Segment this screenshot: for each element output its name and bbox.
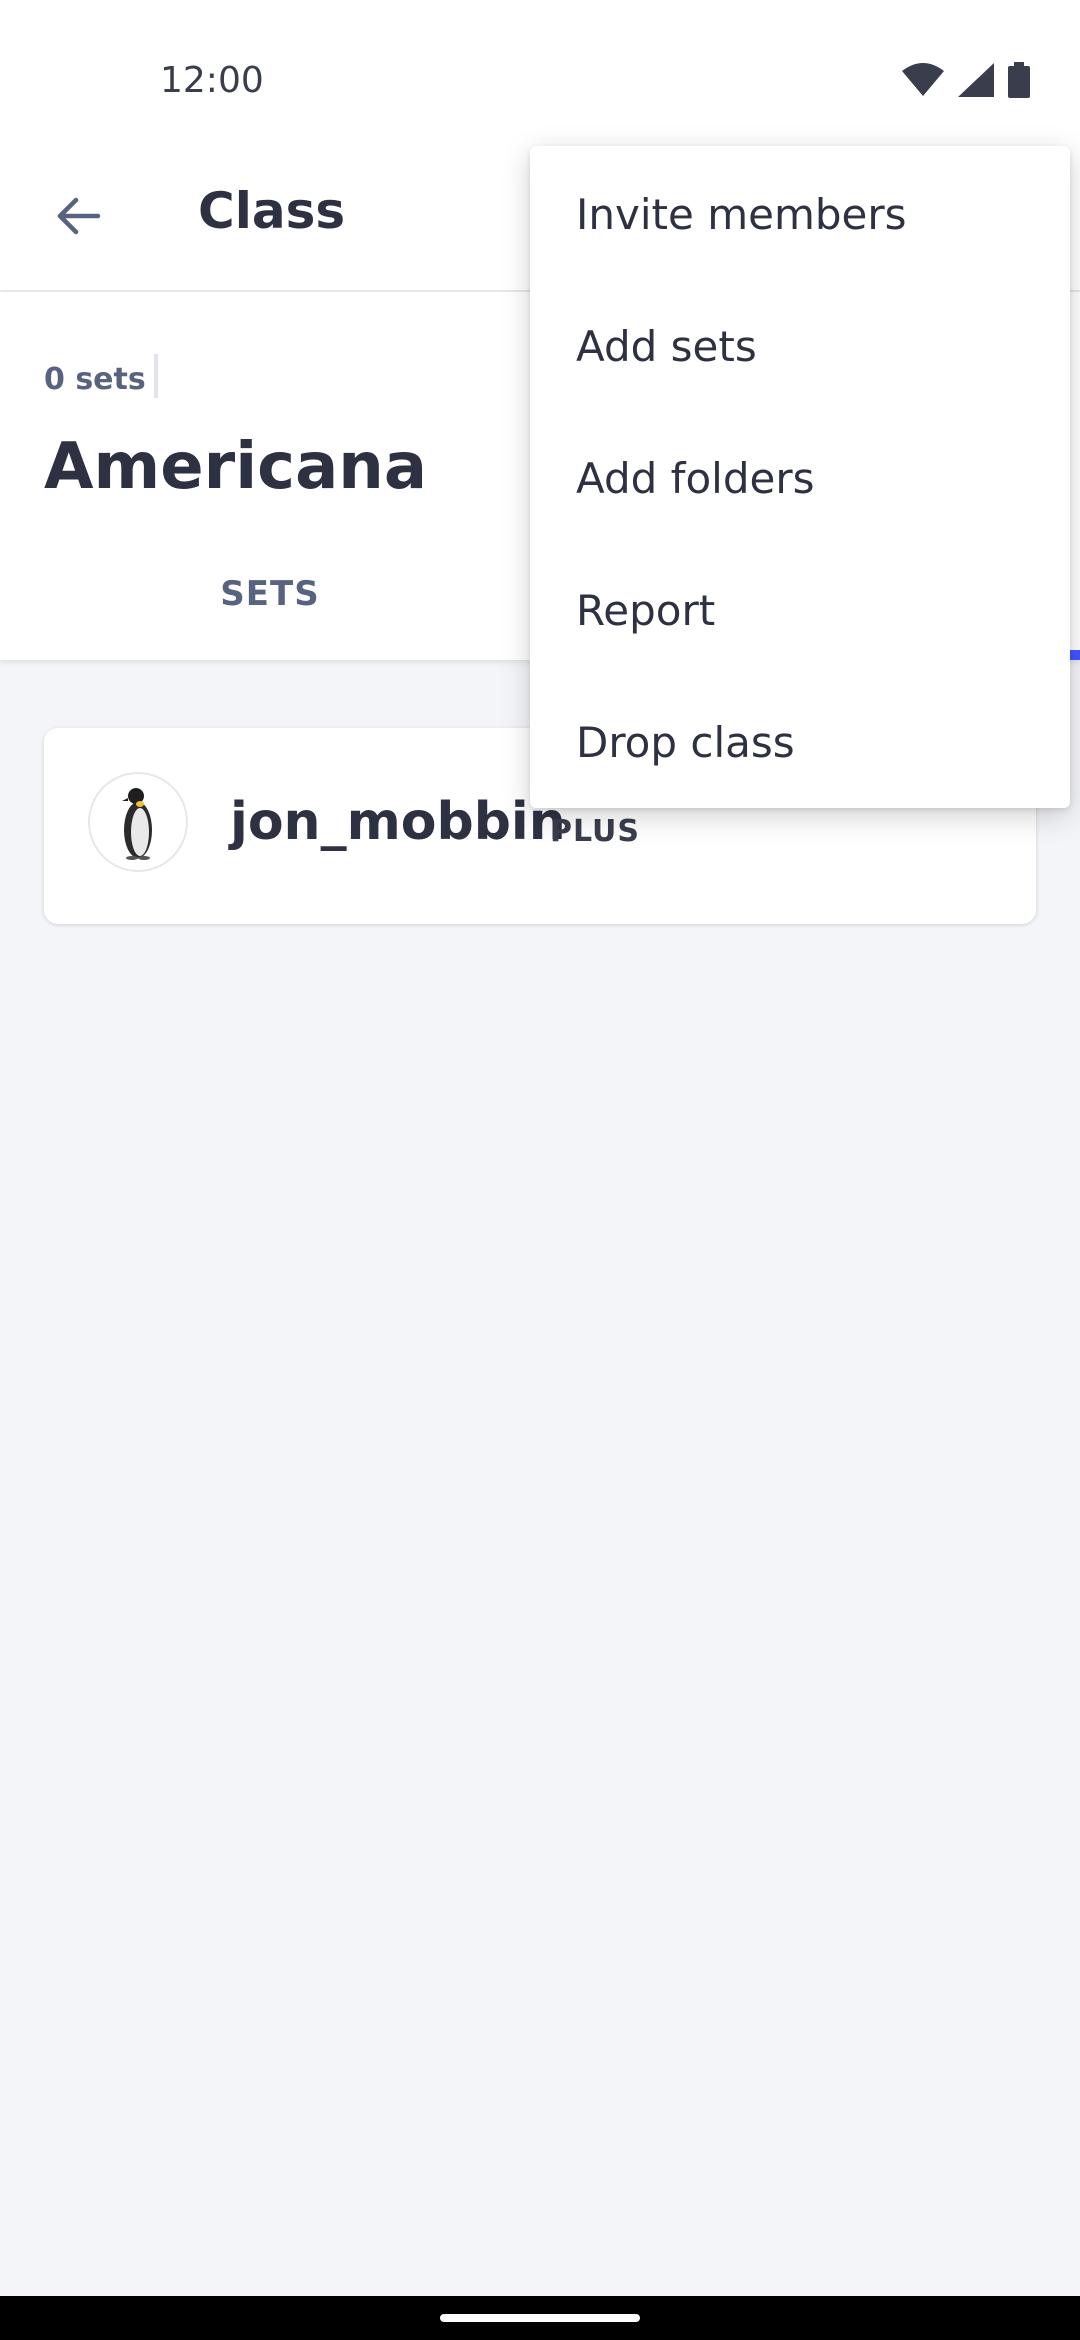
plus-badge: PLUS <box>550 814 641 849</box>
status-icons <box>902 62 1030 102</box>
menu-item-drop-class[interactable]: Drop class <box>530 676 1070 808</box>
system-nav-bar <box>0 2296 1080 2340</box>
overflow-menu: Invite members Add sets Add folders Repo… <box>530 146 1070 808</box>
menu-item-add-sets[interactable]: Add sets <box>530 280 1070 412</box>
menu-item-add-folders[interactable]: Add folders <box>530 412 1070 544</box>
menu-item-report[interactable]: Report <box>530 544 1070 676</box>
status-time: 12:00 <box>160 60 264 101</box>
cellular-signal-icon <box>958 63 994 101</box>
arrow-back-icon <box>54 192 102 244</box>
wifi-icon <box>902 63 944 101</box>
menu-item-invite-members[interactable]: Invite members <box>530 148 1070 280</box>
home-handle[interactable] <box>440 2314 640 2322</box>
page-title: Class <box>198 182 346 240</box>
status-bar: 12:00 <box>0 0 1080 140</box>
back-button[interactable] <box>40 180 116 256</box>
battery-icon <box>1008 62 1030 102</box>
member-username: jon_mobbin <box>230 792 566 852</box>
tab-sets[interactable]: SETS <box>200 574 340 614</box>
class-name: Americana <box>44 430 427 504</box>
divider <box>154 354 158 398</box>
sets-count: 0 sets <box>44 362 146 397</box>
penguin-avatar <box>88 772 188 872</box>
